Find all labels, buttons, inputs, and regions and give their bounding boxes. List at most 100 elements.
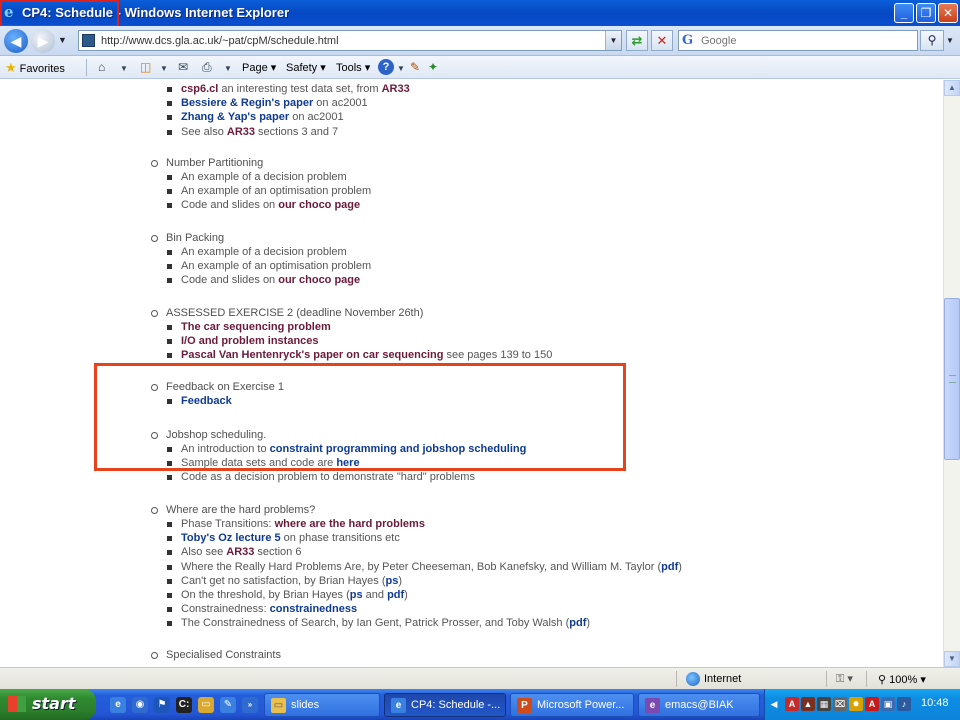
star-icon: ★ [5,60,17,75]
favorites-button[interactable]: ★ Favorites [5,60,65,76]
link-ar33[interactable]: AR33 [382,83,410,95]
tools-menu[interactable]: Tools ▾ [336,61,370,74]
url-field[interactable]: http://www.dcs.gla.ac.uk/~pat/cpM/schedu… [78,30,622,51]
link-our-choco-page[interactable]: our choco page [278,199,360,211]
feeds-dropdown[interactable]: ▼ [160,64,168,73]
list-item-text: An example of an optimisation problem [181,260,371,272]
close-button[interactable]: ✕ [938,3,958,23]
feeds-icon[interactable]: ◫ [140,60,151,74]
page-menu[interactable]: Page ▾ [242,61,276,74]
read-mail-icon[interactable]: ✉ [178,60,188,74]
recent-pages-dropdown[interactable]: ▼ [58,35,67,45]
refresh-icon[interactable]: ⇄ [626,30,648,51]
addon-icon[interactable]: ✦ [428,60,438,74]
task-powerpoint[interactable]: P Microsoft Power... [510,693,634,717]
home-icon[interactable]: ⌂ [98,60,105,74]
link-constrainedness[interactable]: constrainedness [270,603,357,615]
zoom-level[interactable]: ⚲ 100% ▾ [878,673,926,686]
forward-button[interactable]: ▶ [31,29,55,53]
url-dropdown-button[interactable]: ▼ [605,31,621,50]
back-button[interactable]: ◀ [4,29,28,53]
ati-tray-icon[interactable]: A [865,697,879,711]
research-icon[interactable]: ✎ [410,60,420,74]
print-dropdown[interactable]: ▼ [224,64,232,73]
search-box[interactable]: G [678,30,918,51]
tray-expand-icon[interactable]: ◀ [767,697,781,711]
scroll-thumb[interactable] [944,298,960,460]
network-quicklaunch-icon[interactable]: ⚑ [154,697,170,713]
link-toby-s-oz-lecture-5[interactable]: Toby's Oz lecture 5 [181,532,281,544]
link-our-choco-page[interactable]: our choco page [278,274,360,286]
alert-tray-icon[interactable]: ✸ [849,697,863,711]
link-pascal-van-hentenryck-s-paper-on-car-sequencing[interactable]: Pascal Van Hentenryck's paper on car seq… [181,349,443,361]
bullet-square-icon [167,189,172,195]
emacs-icon: e [645,698,660,713]
link-ps[interactable]: ps [350,589,363,601]
bullet-square-icon [167,101,172,107]
ie-quicklaunch-icon[interactable]: e [110,697,126,713]
volume-tray-icon[interactable]: ♪ [897,697,911,711]
start-button[interactable]: start [0,689,96,720]
item-text: and [362,588,388,601]
url-text[interactable]: http://www.dcs.gla.ac.uk/~pat/cpM/schedu… [101,35,339,47]
quicklaunch-more-icon[interactable]: » [242,697,258,713]
link-pdf[interactable]: pdf [387,589,404,601]
link-where-are-the-hard-problems[interactable]: where are the hard problems [275,518,425,530]
link-pdf[interactable]: pdf [569,617,586,629]
help-icon[interactable]: ? [378,59,394,75]
display-tray-icon[interactable]: ▣ [881,697,895,711]
bullet-circle-icon [151,310,158,317]
scroll-up-button[interactable]: ▲ [944,80,960,96]
search-icon[interactable]: ⚲ [920,30,944,51]
search-options-dropdown[interactable]: ▼ [946,36,954,45]
security-tray-icon[interactable]: ▲ [801,697,815,711]
address-bar: ◀ ▶ ▼ http://www.dcs.gla.ac.uk/~pat/cpM/… [0,26,960,56]
command-bar: ★ Favorites ⌂ ▼ ◫ ▼ ✉ ⎙ ▼ Page ▾ Safety ▾… [0,56,960,79]
list-item-text: csp6.cl an interesting test data set, fr… [181,83,410,95]
home-dropdown[interactable]: ▼ [120,64,128,73]
item-text: Code and slides on [181,274,279,287]
link-the-car-sequencing-problem[interactable]: The car sequencing problem [181,321,331,333]
separator [676,671,677,687]
tool-quicklaunch-icon[interactable]: ✎ [220,697,236,713]
ie-icon: e [391,698,406,713]
item-text: on ac2001 [313,97,368,110]
powerpoint-icon: P [517,698,532,713]
restore-button[interactable]: ❐ [916,3,936,23]
link-ar33[interactable]: AR33 [226,546,254,558]
item-text: Also see [181,546,227,559]
bullet-square-icon [167,278,172,284]
minimize-button[interactable]: _ [894,3,914,23]
bullet-square-icon [167,564,172,570]
task-cp4-schedule[interactable]: e CP4: Schedule -... [384,693,506,717]
bullet-circle-icon [151,160,158,167]
search-input[interactable] [701,33,911,48]
task-slides[interactable]: ▭ slides [264,693,380,717]
terminal-quicklaunch-icon[interactable]: C: [176,697,192,713]
print-icon[interactable]: ⎙ [202,60,212,75]
item-text: see pages 139 to 150 [443,349,553,362]
list-item-text: An example of a decision problem [181,171,347,183]
folder-quicklaunch-icon[interactable]: ▭ [198,697,214,713]
pdf-tray-icon[interactable]: A [785,697,799,711]
list-item-text: Bessiere & Regin's paper on ac2001 [181,97,368,109]
link-csp6-cl[interactable]: csp6.cl [181,83,218,95]
protected-mode-icon[interactable]: ⚿ ▾ [836,672,853,686]
safety-menu[interactable]: Safety ▾ [286,61,326,74]
link-ar33[interactable]: AR33 [227,126,255,138]
stop-icon[interactable]: ✕ [651,30,673,51]
link-i-o-and-problem-instances[interactable]: I/O and problem instances [181,335,319,347]
link-zhang-yap-s-paper[interactable]: Zhang & Yap's paper [181,111,289,123]
link-bessiere-regin-s-paper[interactable]: Bessiere & Regin's paper [181,97,313,109]
browser-quicklaunch-icon[interactable]: ◉ [132,697,148,713]
network-tray-icon[interactable]: ⌧ [833,697,847,711]
help-dropdown[interactable]: ▼ [397,64,405,73]
vertical-scrollbar[interactable]: ▲ ▼ [943,80,960,667]
task-emacs[interactable]: e emacs@BIAK [638,693,760,717]
link-ps[interactable]: ps [385,575,398,587]
item-text: An example of an optimisation problem [181,260,372,273]
app-tray-icon[interactable]: ▦ [817,697,831,711]
scroll-down-button[interactable]: ▼ [944,651,960,667]
list-item-text: Constrainedness: constrainedness [181,603,357,615]
link-pdf[interactable]: pdf [661,561,678,573]
